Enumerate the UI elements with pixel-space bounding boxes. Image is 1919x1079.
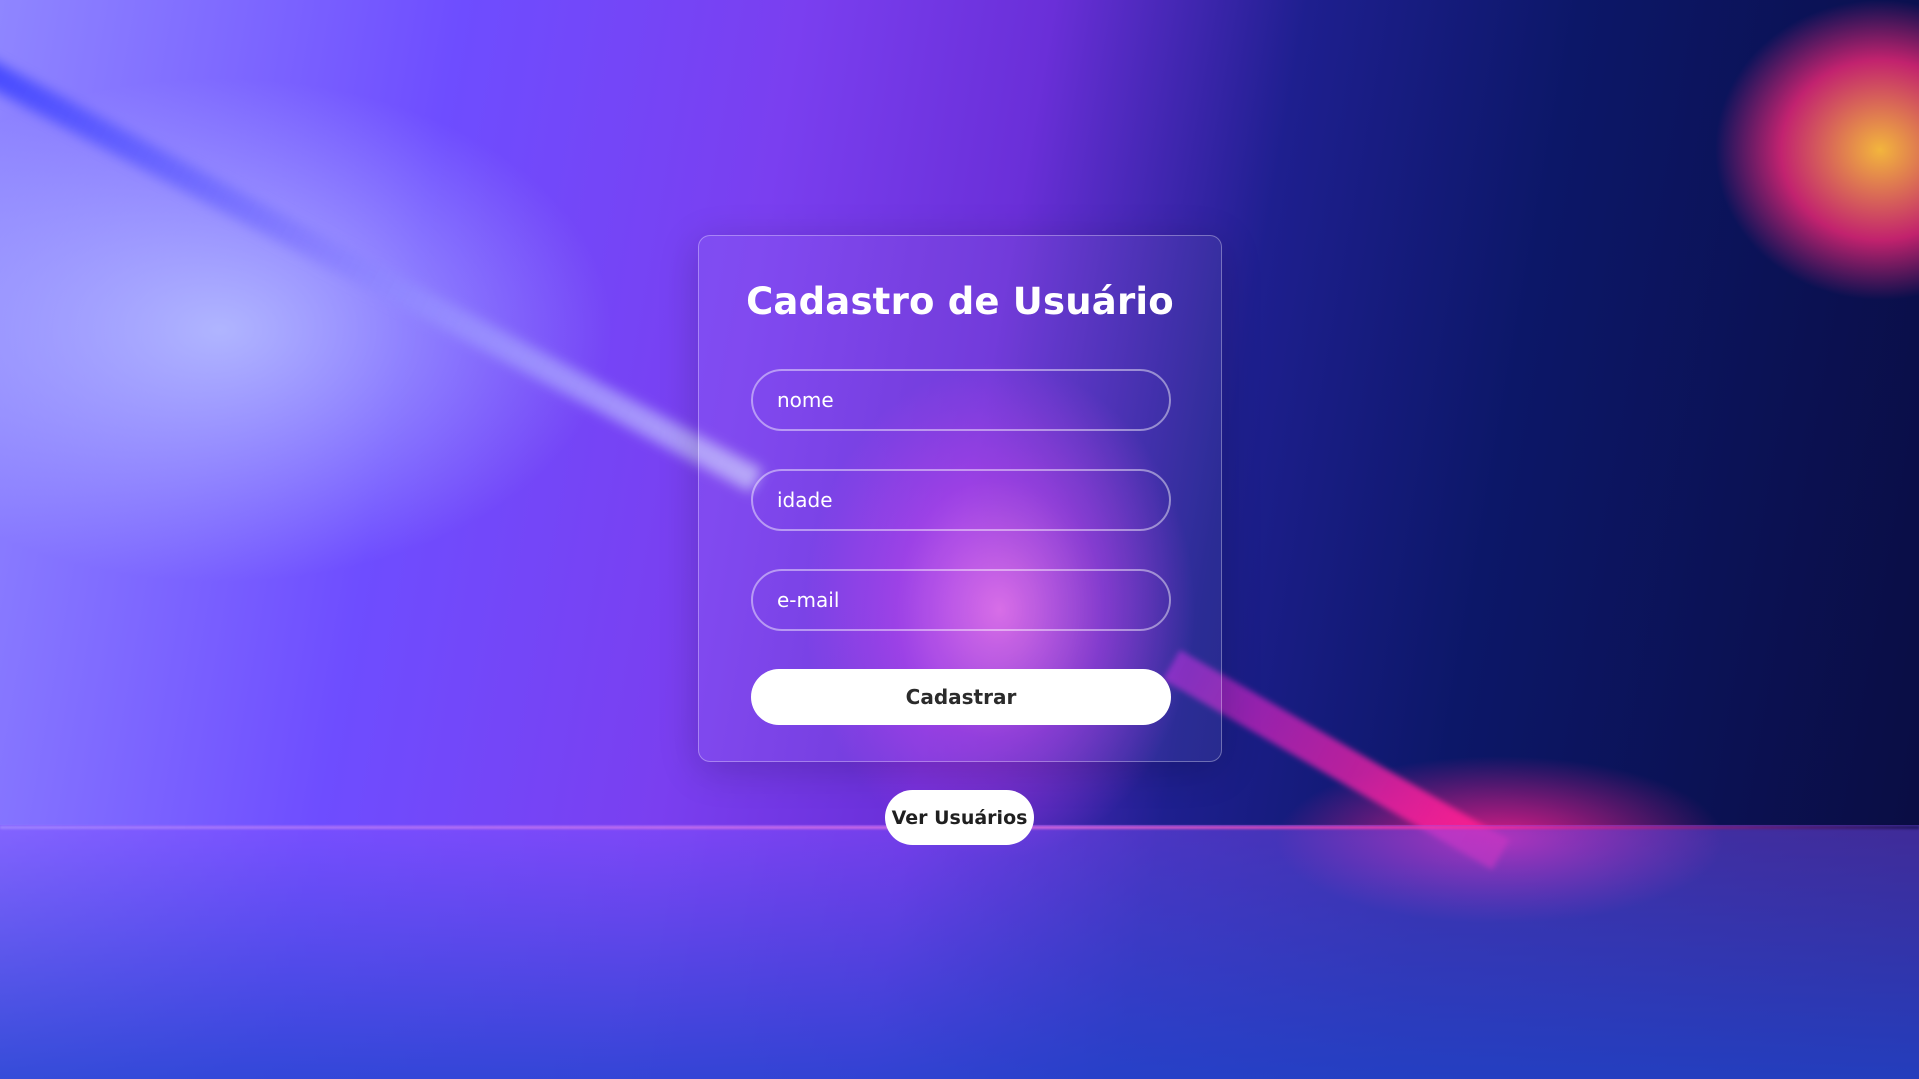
name-input[interactable] xyxy=(751,369,1171,431)
registration-form-card: Cadastro de Usuário Cadastrar xyxy=(698,235,1222,762)
register-button[interactable]: Cadastrar xyxy=(751,669,1171,725)
view-users-button[interactable]: Ver Usuários xyxy=(885,790,1034,845)
background-floor xyxy=(0,825,1919,1079)
age-input[interactable] xyxy=(751,469,1171,531)
background-light-beam xyxy=(0,0,763,493)
form-title: Cadastro de Usuário xyxy=(746,280,1174,323)
email-input[interactable] xyxy=(751,569,1171,631)
